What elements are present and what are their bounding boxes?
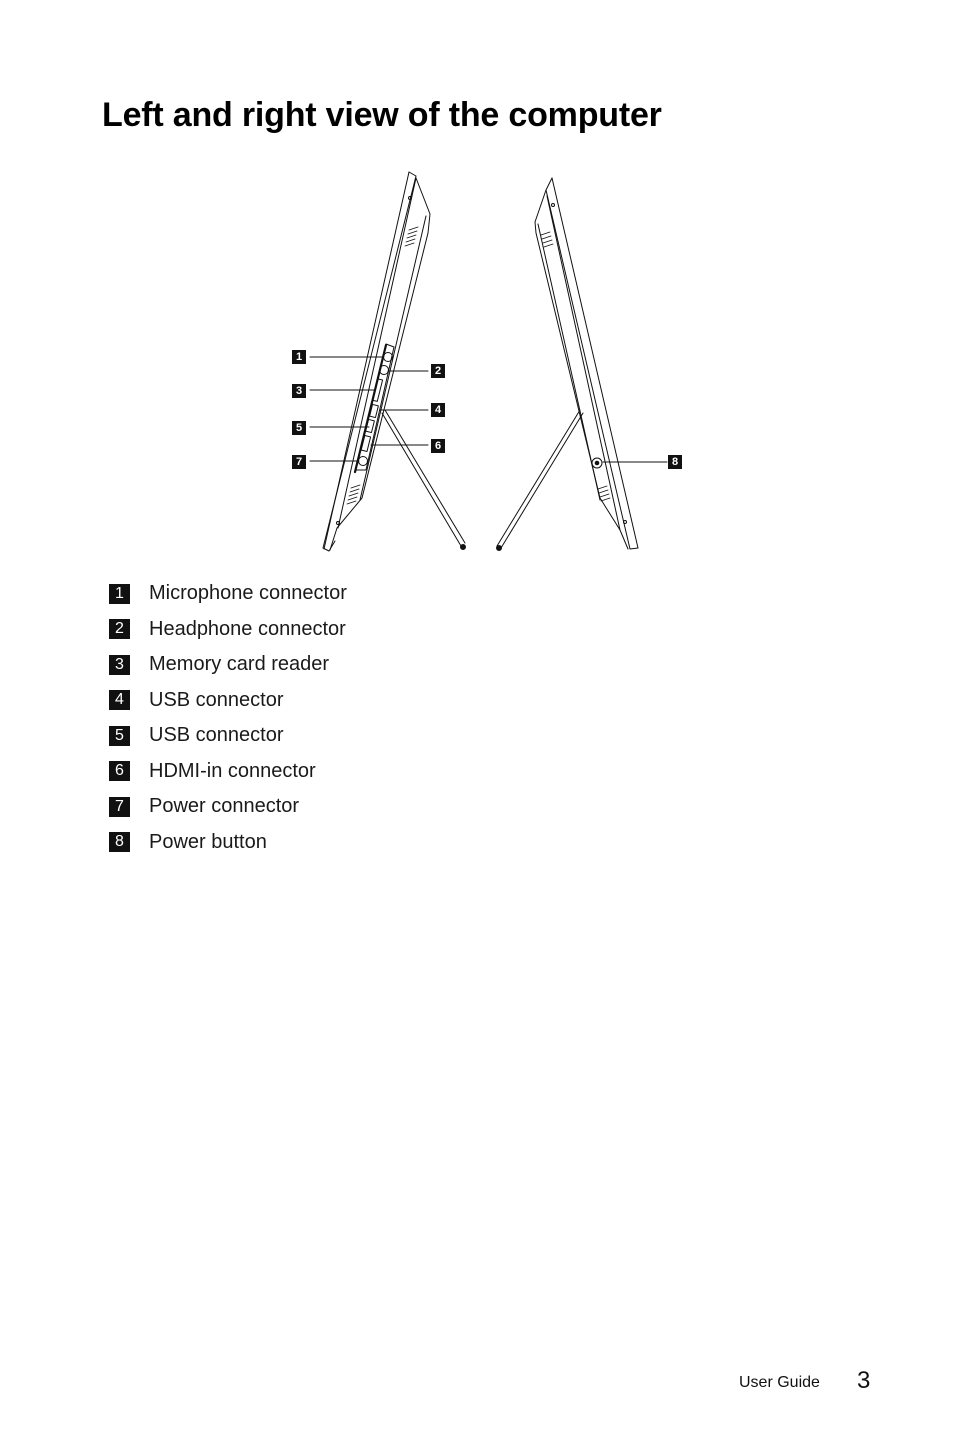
right-side-view: [496, 177, 668, 551]
microphone-port-icon: [383, 352, 393, 362]
left-side-view: [309, 171, 466, 552]
left-view-rear-housing: [329, 177, 431, 551]
legend-label: USB connector: [149, 688, 284, 711]
right-view-screw-bottom: [623, 520, 627, 524]
legend-number-badge: 8: [109, 832, 130, 853]
callout-badge-8: 8: [668, 455, 682, 469]
legend-item: 1 Microphone connector: [109, 576, 347, 612]
computer-side-views-illustration: [309, 171, 668, 552]
legend-item: 7 Power connector: [109, 789, 347, 825]
legend-item: 5 USB connector: [109, 718, 347, 754]
legend-number-badge: 5: [109, 725, 130, 746]
callout-badge-3: 3: [292, 384, 306, 398]
legend-label: Headphone connector: [149, 617, 346, 640]
callout-badge-1: 1: [292, 350, 306, 364]
right-view-kickstand: [496, 409, 584, 549]
left-view-rear-inner: [359, 215, 427, 501]
legend-number-badge: 6: [109, 761, 130, 782]
legend-label: Memory card reader: [149, 653, 330, 676]
right-view-screw-top: [551, 203, 555, 207]
legend-item: 8 Power button: [109, 825, 347, 861]
left-view-speaker-grille-top: [404, 226, 419, 247]
page-number: 3: [857, 1367, 871, 1394]
legend-number-badge: 7: [109, 796, 130, 817]
legend-number-badge: 4: [109, 690, 130, 711]
callout-badge-5: 5: [292, 421, 306, 435]
left-view-kickstand-foot: [460, 544, 466, 550]
left-view-kickstand: [381, 409, 466, 547]
power-connector-port-icon: [358, 456, 368, 466]
callout-badge-6: 6: [431, 439, 445, 453]
legend-item: 2 Headphone connector: [109, 612, 347, 648]
left-view-body-line: [337, 177, 417, 529]
legend-item: 3 Memory card reader: [109, 647, 347, 683]
legend-label: Power connector: [149, 795, 300, 818]
legend-label: USB connector: [149, 724, 284, 747]
right-view-panel-top: [545, 177, 639, 550]
component-legend: 1 Microphone connector 2 Headphone conne…: [109, 576, 347, 860]
right-view-rear-inner: [537, 223, 601, 501]
right-view-body-line: [546, 195, 621, 531]
legend-number-badge: 2: [109, 619, 130, 640]
legend-number-badge: 3: [109, 654, 130, 675]
right-view-rear-housing: [534, 189, 629, 550]
left-view-speaker-grille-bottom: [346, 484, 361, 505]
right-view-front-edge: [551, 177, 639, 549]
right-view-kickstand-foot: [496, 545, 502, 551]
legend-number-badge: 1: [109, 583, 130, 604]
legend-label: Power button: [149, 830, 267, 853]
legend-label: HDMI-in connector: [149, 759, 316, 782]
power-button-center: [594, 460, 600, 466]
footer-document-name: User Guide: [739, 1374, 820, 1391]
left-view-panel-outline: [322, 171, 417, 552]
computer-side-views-figure: 1 2 3 4 5 6 7 8: [0, 0, 954, 600]
legend-item: 4 USB connector: [109, 683, 347, 719]
callout-badge-2: 2: [431, 364, 445, 378]
callout-badge-4: 4: [431, 403, 445, 417]
callout-badge-7: 7: [292, 455, 306, 469]
left-view-screw-bottom: [336, 521, 340, 525]
legend-label: Microphone connector: [149, 582, 347, 605]
legend-item: 6 HDMI-in connector: [109, 754, 347, 790]
